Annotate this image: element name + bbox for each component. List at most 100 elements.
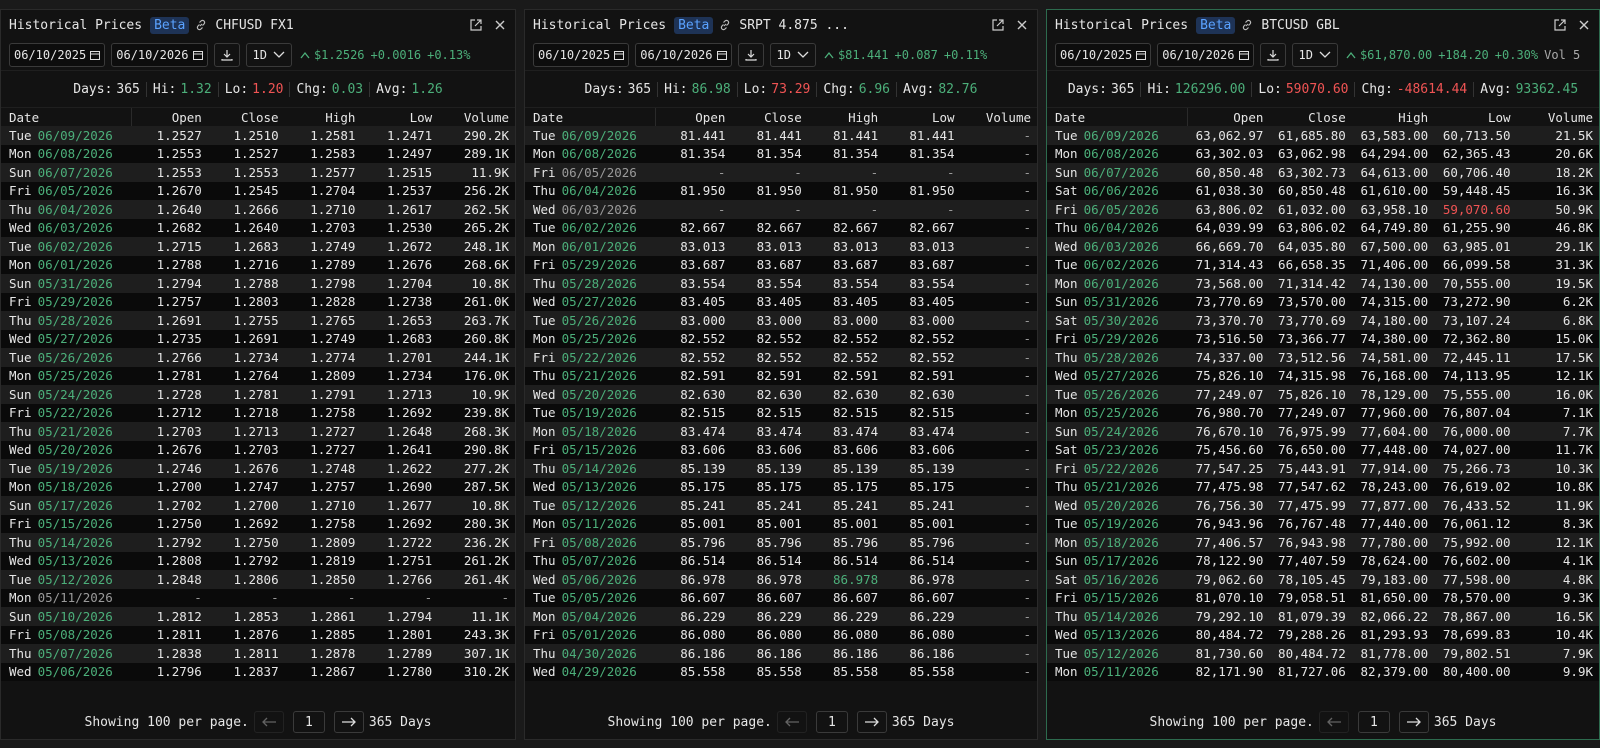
table-row[interactable]: Thu 05/14/2026 85.139 85.139 85.139 85.139 - [525,459,1037,478]
close-icon[interactable] [1015,18,1029,32]
download-button[interactable] [1259,43,1286,67]
table-row[interactable]: Mon 06/08/2026 63,302.03 63,062.98 64,294.00… [1047,144,1599,163]
table-row[interactable]: Sun 05/24/2026 76,670.10 76,975.99 77,604.00… [1047,422,1599,441]
start-date-input[interactable]: 06/10/2025 [1055,43,1152,67]
table-row[interactable]: Sun 06/07/2026 1.2553 1.2553 1.2577 1.2515 11.… [1,163,515,182]
table-row[interactable]: Thu 06/04/2026 64,039.99 63,806.02 64,749.80… [1047,218,1599,237]
table-row[interactable]: Sun 05/10/2026 1.2812 1.2853 1.2861 1.2794 11.… [1,607,515,626]
interval-select[interactable]: 1D [1291,43,1338,67]
table-row[interactable]: Tue 05/12/2026 85.241 85.241 85.241 85.241 - [525,496,1037,515]
start-date-input[interactable]: 06/10/2025 [533,43,630,67]
column-header[interactable]: Low [1434,108,1516,126]
table-row[interactable]: Mon 05/11/2026 85.001 85.001 85.001 85.001 - [525,514,1037,533]
table-row[interactable]: Wed 05/20/2026 76,756.30 77,475.99 77,877.00… [1047,496,1599,515]
table-row[interactable]: Tue 06/02/2026 71,314.43 66,658.35 71,406.00… [1047,255,1599,274]
table-row[interactable]: Tue 05/12/2026 81,730.60 80,484.72 81,778.00… [1047,644,1599,663]
table-row[interactable]: Mon 05/25/2026 76,980.70 77,249.07 77,960.00… [1047,403,1599,422]
column-header[interactable]: Volume [1517,108,1599,126]
table-row[interactable]: Tue 06/09/2026 63,062.97 61,685.80 63,583.00… [1047,126,1599,145]
column-header[interactable]: Close [1269,108,1351,126]
table-row[interactable]: Mon 05/11/2026 82,171.90 81,727.06 82,379.00… [1047,662,1599,681]
table-row[interactable]: Thu 06/04/2026 81.950 81.950 81.950 81.950 - [525,181,1037,200]
table-row[interactable]: Thu 05/21/2026 77,475.98 77,547.62 78,243.00… [1047,477,1599,496]
column-header[interactable]: Close [731,108,807,126]
next-page-button[interactable] [856,711,887,733]
table-row[interactable]: Mon 06/08/2026 81.354 81.354 81.354 81.354 - [525,144,1037,163]
table-row[interactable]: Tue 06/02/2026 82.667 82.667 82.667 82.667 - [525,218,1037,237]
table-row[interactable]: Fri 05/29/2026 83.687 83.687 83.687 83.687 - [525,255,1037,274]
table-row[interactable]: Tue 05/12/2026 1.2848 1.2806 1.2850 1.2766 261… [1,570,515,589]
table-row[interactable]: Fri 05/08/2026 1.2811 1.2876 1.2885 1.2801 243… [1,625,515,644]
table-row[interactable]: Fri 05/08/2026 85.796 85.796 85.796 85.796 - [525,533,1037,552]
table-row[interactable]: Wed 04/29/2026 85.558 85.558 85.558 85.558 - [525,662,1037,681]
table-row[interactable]: Wed 05/13/2026 80,484.72 79,288.26 81,293.93… [1047,625,1599,644]
column-header[interactable]: Date [1,108,132,126]
table-row[interactable]: Wed 05/27/2026 83.405 83.405 83.405 83.405 - [525,292,1037,311]
column-header[interactable]: Low [884,108,960,126]
column-header[interactable]: Open [131,108,208,126]
column-header[interactable]: Date [1047,108,1188,126]
external-link-icon[interactable] [1553,18,1567,32]
table-row[interactable]: Wed 06/03/2026 66,669.70 64,035.80 67,500.00… [1047,237,1599,256]
table-row[interactable]: Tue 05/26/2026 1.2766 1.2734 1.2774 1.2701 244… [1,348,515,367]
table-scroll-area[interactable]: Date Open Close High Low Volume Tue 06/09/2026 8… [525,108,1037,682]
prev-page-button[interactable] [776,711,807,733]
table-row[interactable]: Sat 06/06/2026 61,038.30 60,850.48 61,610.00… [1047,181,1599,200]
page-number[interactable]: 1 [815,711,848,733]
column-header[interactable]: Open [1187,108,1269,126]
table-row[interactable]: Mon 05/25/2026 82.552 82.552 82.552 82.552 - [525,329,1037,348]
table-row[interactable]: Thu 05/28/2026 83.554 83.554 83.554 83.554 - [525,274,1037,293]
close-icon[interactable] [1577,18,1591,32]
external-link-icon[interactable] [469,18,483,32]
next-page-button[interactable] [333,711,364,733]
table-row[interactable]: Wed 05/06/2026 86.978 86.978 86.978 86.978 - [525,570,1037,589]
table-row[interactable]: Sat 05/30/2026 73,370.70 73,770.69 74,180.00… [1047,311,1599,330]
table-row[interactable]: Tue 05/19/2026 76,943.96 76,767.48 77,440.00… [1047,514,1599,533]
table-row[interactable]: Mon 06/01/2026 1.2788 1.2716 1.2789 1.2676 268… [1,255,515,274]
interval-select[interactable]: 1D [245,43,292,67]
table-row[interactable]: Sat 05/16/2026 79,062.60 78,105.45 79,183.00… [1047,570,1599,589]
table-row[interactable]: Wed 05/27/2026 75,826.10 74,315.98 76,168.00… [1047,366,1599,385]
table-row[interactable]: Thu 05/07/2026 1.2838 1.2811 1.2878 1.2789 307… [1,644,515,663]
table-row[interactable]: Mon 05/11/2026 - - - - - [1,588,515,607]
table-row[interactable]: Thu 05/14/2026 1.2792 1.2750 1.2809 1.2722 236… [1,533,515,552]
table-row[interactable]: Sun 05/31/2026 1.2794 1.2788 1.2798 1.2704 10.… [1,274,515,293]
table-row[interactable]: Mon 05/18/2026 83.474 83.474 83.474 83.474 - [525,422,1037,441]
table-row[interactable]: Tue 06/09/2026 1.2527 1.2510 1.2581 1.2471 290… [1,126,515,145]
table-row[interactable]: Sun 05/24/2026 1.2728 1.2781 1.2791 1.2713 10.… [1,385,515,404]
calendar-icon[interactable] [192,50,203,60]
table-row[interactable]: Thu 06/04/2026 1.2640 1.2666 1.2710 1.2617 262… [1,200,515,219]
column-header[interactable]: High [1352,108,1434,126]
download-button[interactable] [737,43,764,67]
calendar-icon[interactable] [1238,50,1249,60]
table-row[interactable]: Wed 05/13/2026 85.175 85.175 85.175 85.175 - [525,477,1037,496]
table-row[interactable]: Sat 05/23/2026 75,456.60 76,650.00 77,448.00… [1047,440,1599,459]
table-row[interactable]: Fri 05/22/2026 77,547.25 75,443.91 77,914.00… [1047,459,1599,478]
table-row[interactable]: Wed 05/20/2026 82.630 82.630 82.630 82.630 - [525,385,1037,404]
column-header[interactable]: Date [525,108,656,126]
table-row[interactable]: Sun 06/07/2026 60,850.48 63,302.73 64,613.00… [1047,163,1599,182]
column-header[interactable]: High [285,108,362,126]
page-number[interactable]: 1 [1357,711,1390,733]
column-header[interactable]: Open [655,108,731,126]
table-row[interactable]: Tue 06/09/2026 81.441 81.441 81.441 81.441 - [525,126,1037,145]
table-row[interactable]: Wed 06/03/2026 1.2682 1.2640 1.2703 1.2530 265… [1,218,515,237]
table-row[interactable]: Wed 05/06/2026 1.2796 1.2837 1.2867 1.2780 310… [1,662,515,681]
table-row[interactable]: Tue 05/05/2026 86.607 86.607 86.607 86.607 - [525,588,1037,607]
table-row[interactable]: Fri 05/01/2026 86.080 86.080 86.080 86.080 - [525,625,1037,644]
table-row[interactable]: Sun 05/17/2026 1.2702 1.2700 1.2710 1.2677 10.… [1,496,515,515]
prev-page-button[interactable] [253,711,284,733]
table-row[interactable]: Fri 06/05/2026 63,806.02 61,032.00 63,958.10… [1047,200,1599,219]
table-row[interactable]: Thu 05/14/2026 79,292.10 81,079.39 82,066.22… [1047,607,1599,626]
prev-page-button[interactable] [1318,711,1349,733]
table-row[interactable]: Tue 05/26/2026 83.000 83.000 83.000 83.000 - [525,311,1037,330]
table-row[interactable]: Wed 05/13/2026 1.2808 1.2792 1.2819 1.2751 261… [1,551,515,570]
table-row[interactable]: Mon 06/01/2026 83.013 83.013 83.013 83.013 - [525,237,1037,256]
table-row[interactable]: Sun 05/17/2026 78,122.90 77,407.59 78,624.00… [1047,551,1599,570]
table-row[interactable]: Thu 05/28/2026 1.2691 1.2755 1.2765 1.2653 263… [1,311,515,330]
table-row[interactable]: Fri 06/05/2026 1.2670 1.2545 1.2704 1.2537 256… [1,181,515,200]
external-link-icon[interactable] [991,18,1005,32]
table-row[interactable]: Thu 05/07/2026 86.514 86.514 86.514 86.514 - [525,551,1037,570]
table-row[interactable]: Fri 05/22/2026 1.2712 1.2718 1.2758 1.2692 239… [1,403,515,422]
table-scroll-area[interactable]: Date Open Close High Low Volume Tue 06/09/2026 6… [1047,108,1599,682]
